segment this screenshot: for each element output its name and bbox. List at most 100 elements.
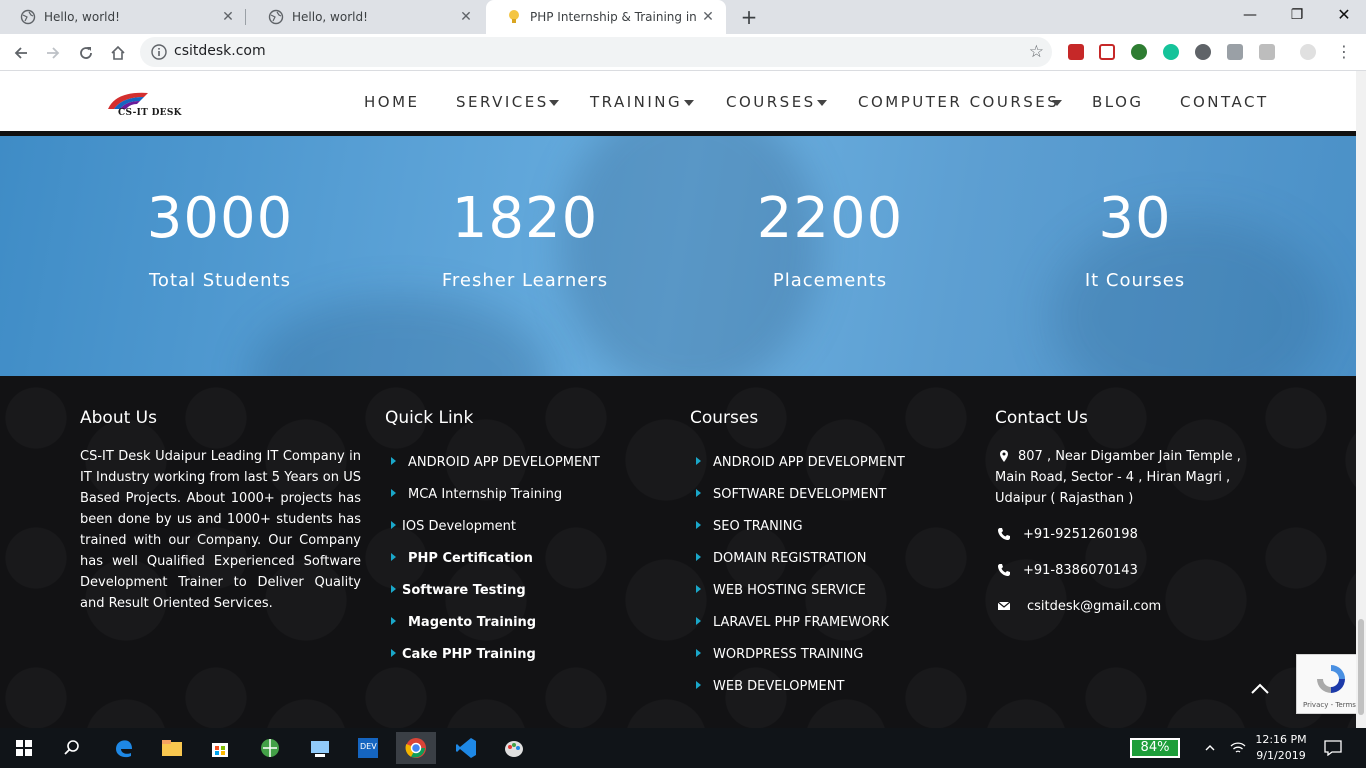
bookmark-star-icon[interactable]: ☆ — [1029, 42, 1044, 62]
chevron-up-icon[interactable] — [1200, 732, 1220, 764]
site-logo[interactable]: CS-IT DESK — [104, 85, 184, 121]
nav-home[interactable]: HOME — [364, 93, 420, 111]
close-tab-icon[interactable]: ✕ — [700, 9, 716, 25]
browser-tab[interactable]: Hello, world! ✕ — [248, 0, 484, 34]
devcpp-icon[interactable]: DEV — [348, 732, 388, 764]
arrow-right-icon — [391, 617, 396, 625]
home-icon[interactable] — [105, 40, 131, 66]
nav-courses[interactable]: COURSES — [726, 93, 816, 111]
stat-value: 30 — [1098, 186, 1172, 251]
arrow-right-icon — [391, 489, 396, 497]
notification-icon[interactable] — [1318, 732, 1348, 764]
page-scrollbar[interactable] — [1356, 71, 1366, 728]
k-extension-icon[interactable] — [1259, 44, 1275, 60]
grammarly-extension-icon[interactable] — [1163, 44, 1179, 60]
quick-link-item[interactable]: Cake PHP Training — [391, 647, 536, 662]
browser-tab[interactable]: Hello, world! ✕ — [0, 0, 246, 34]
background-decoration — [560, 136, 820, 376]
address-bar[interactable]: csitdesk.com ☆ — [140, 37, 1052, 67]
quick-link-item[interactable]: Magento Training — [391, 615, 536, 630]
nav-blog[interactable]: BLOG — [1092, 93, 1144, 111]
phone-number[interactable]: +91-9251260198 — [1023, 524, 1138, 545]
windows-start-icon[interactable] — [4, 732, 44, 764]
chrome-icon[interactable] — [396, 732, 436, 764]
map-marker-icon — [1000, 450, 1008, 462]
back-to-top-icon[interactable] — [1248, 677, 1272, 701]
stat-value: 3000 — [146, 186, 294, 251]
chevron-down-icon[interactable] — [684, 100, 694, 106]
courses-heading: Courses — [690, 408, 759, 428]
course-link-item[interactable]: WORDPRESS TRAINING — [696, 647, 863, 662]
nav-training[interactable]: TRAINING — [590, 93, 682, 111]
quick-link-item[interactable]: Software Testing — [391, 583, 526, 598]
forward-icon[interactable] — [40, 40, 66, 66]
store-icon[interactable] — [200, 732, 240, 764]
phone-number[interactable]: +91-8386070143 — [1023, 560, 1138, 581]
search-icon[interactable] — [52, 732, 92, 764]
circle-extension-icon[interactable] — [1195, 44, 1211, 60]
recaptcha-terms[interactable]: Privacy - Terms — [1303, 701, 1356, 709]
taskbar-clock[interactable]: 12:16 PM 9/1/2019 — [1250, 732, 1312, 764]
site-footer: About Us CS-IT Desk Udaipur Leading IT C… — [0, 376, 1356, 728]
course-link-item[interactable]: SEO TRANING — [696, 519, 803, 534]
battery-indicator[interactable]: 84% — [1130, 738, 1180, 758]
quick-link-item[interactable]: PHP Certification — [391, 551, 533, 566]
info-icon[interactable] — [150, 43, 168, 61]
pocket-extension-icon[interactable] — [1099, 44, 1115, 60]
logo-text: CS-IT DESK — [118, 108, 182, 118]
arrow-right-icon — [391, 457, 396, 465]
quick-link-item[interactable]: ANDROID APP DEVELOPMENT — [391, 455, 600, 470]
ublock-extension-icon[interactable] — [1068, 44, 1084, 60]
nav-contact[interactable]: CONTACT — [1180, 93, 1269, 111]
stat-label: Placements — [772, 270, 888, 291]
tab-title: Hello, world! — [292, 10, 368, 24]
paint-icon[interactable] — [494, 732, 534, 764]
close-tab-icon[interactable]: ✕ — [220, 9, 236, 25]
nav-services[interactable]: SERVICES — [456, 93, 549, 111]
tab-title: Hello, world! — [44, 10, 120, 24]
quick-link-heading: Quick Link — [385, 408, 474, 428]
address-line: Udaipur ( Rajasthan ) — [995, 491, 1134, 506]
reload-icon[interactable] — [73, 40, 99, 66]
chevron-down-icon[interactable] — [549, 100, 559, 106]
download-app-icon[interactable] — [300, 732, 340, 764]
chevron-down-icon[interactable] — [817, 100, 827, 106]
wifi-icon[interactable] — [1226, 732, 1250, 764]
menu-dots-icon[interactable]: ⋮ — [1336, 44, 1352, 60]
new-tab-icon[interactable]: + — [738, 6, 760, 28]
browser-tab-bar: Hello, world! ✕ Hello, world! ✕ PHP Inte… — [0, 0, 1366, 34]
svg-text:DEV: DEV — [360, 742, 377, 751]
network-app-icon[interactable] — [250, 732, 290, 764]
about-text: CS-IT Desk Udaipur Leading IT Company in… — [80, 449, 361, 611]
chevron-down-icon[interactable] — [1052, 100, 1062, 106]
email-link[interactable]: csitdesk@gmail.com — [1027, 596, 1161, 617]
file-explorer-icon[interactable] — [152, 732, 192, 764]
arrow-right-icon — [391, 553, 396, 561]
minimize-icon[interactable]: — — [1238, 4, 1262, 26]
globe-icon — [20, 9, 36, 25]
quick-link-item[interactable]: IOS Development — [391, 519, 516, 534]
profile-avatar-icon[interactable] — [1300, 44, 1316, 60]
vscode-icon[interactable] — [446, 732, 486, 764]
nav-computer-courses[interactable]: COMPUTER COURSES — [858, 93, 1059, 111]
globe-icon — [268, 9, 284, 25]
envelope-icon — [997, 601, 1011, 610]
screen-extension-icon[interactable] — [1227, 44, 1243, 60]
browser-tab-active[interactable]: PHP Internship & Training in Uda ✕ — [486, 0, 726, 34]
quick-link-item[interactable]: MCA Internship Training — [391, 487, 562, 502]
course-link-item[interactable]: WEB HOSTING SERVICE — [696, 583, 866, 598]
course-link-item[interactable]: ANDROID APP DEVELOPMENT — [696, 455, 905, 470]
globe-extension-icon[interactable] — [1131, 44, 1147, 60]
course-link-item[interactable]: SOFTWARE DEVELOPMENT — [696, 487, 886, 502]
course-link-item[interactable]: DOMAIN REGISTRATION — [696, 551, 867, 566]
close-tab-icon[interactable]: ✕ — [458, 9, 474, 25]
edge-browser-icon[interactable] — [104, 732, 144, 764]
site-favicon-icon — [506, 9, 522, 25]
close-window-icon[interactable]: ✕ — [1332, 4, 1356, 26]
course-link-item[interactable]: LARAVEL PHP FRAMEWORK — [696, 615, 889, 630]
back-icon[interactable] — [8, 40, 34, 66]
maximize-icon[interactable]: ❐ — [1285, 4, 1309, 26]
scrollbar-thumb[interactable] — [1358, 619, 1364, 715]
arrow-right-icon — [696, 521, 701, 529]
course-link-item[interactable]: WEB DEVELOPMENT — [696, 679, 844, 694]
